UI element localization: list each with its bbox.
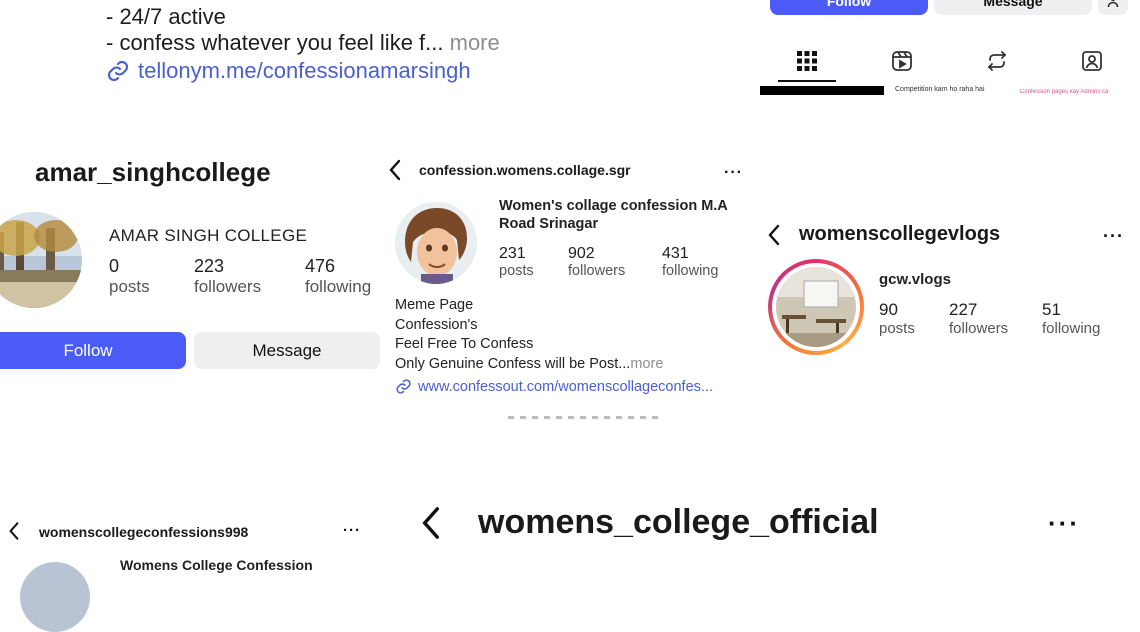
post-thumbnail-caption: Competition kam ho raha hai [895,86,985,93]
message-label: Message [252,340,322,360]
profile-username: amar_singhcollege [35,157,271,187]
story-ring[interactable] [768,259,864,355]
stat-posts[interactable]: 90 posts [879,300,915,337]
profile-bio: Meme Page Confession's Feel Free To Conf… [395,296,663,374]
message-button[interactable]: Message [934,0,1092,15]
bio-line: Feel Free To Confess [395,336,534,352]
back-arrow-icon [9,522,19,540]
bio-line: - confess whatever you feel like f... mo… [106,30,500,56]
stat-label: following [305,277,372,296]
ellipsis-icon: ··· [343,522,361,539]
add-person-icon [1107,0,1119,7]
ellipsis-icon: ··· [724,164,743,181]
bio-line: Confession's [395,316,478,333]
more-options-button[interactable]: ··· [1048,508,1080,539]
stat-label: followers [568,263,626,279]
stat-value: 231 [499,245,526,262]
grid-icon [797,51,817,71]
stat-label: posts [109,277,150,296]
stat-followers[interactable]: 902 followers [568,245,625,279]
profile-username: womens_college_official [478,503,879,541]
bio-text: - confess whatever you feel like f... [106,30,444,55]
follow-button[interactable]: Follow [770,0,928,15]
stat-value: 902 [568,245,595,262]
post-thumbnail[interactable] [760,86,884,95]
bio-link-text: tellonym.me/confessionamarsingh [138,58,471,83]
message-label: Message [983,0,1043,9]
stat-value: 431 [662,245,689,262]
avatar[interactable] [776,267,856,347]
more-options-button[interactable]: ··· [343,522,361,539]
stat-label: posts [879,320,915,337]
stat-followers[interactable]: 227 followers [949,300,1008,337]
stat-label: following [1042,320,1101,337]
avatar[interactable] [20,562,90,632]
stat-followers[interactable]: 223 followers [194,256,261,297]
message-button[interactable]: Message [194,332,380,369]
tab-grid[interactable] [790,46,824,76]
back-arrow-icon [768,224,780,246]
tab-indicator [778,80,836,82]
follow-label: Follow [63,340,113,360]
stat-label: followers [949,320,1009,337]
bio-link-text: www.confessout.com/womenscollageconfes..… [418,378,713,395]
stat-value: 0 [109,256,120,276]
avatar[interactable] [0,212,82,308]
stat-following[interactable]: 476 following [305,256,371,297]
follow-button[interactable]: Follow [0,332,186,369]
back-button[interactable] [6,520,22,542]
stat-value: 223 [194,256,225,276]
more-link[interactable]: more [630,356,663,372]
stat-label: followers [194,277,262,296]
bio-link[interactable]: www.confessout.com/womenscollageconfes..… [395,378,713,395]
reposts-icon [987,51,1007,71]
stat-value: 227 [949,300,978,319]
profile-full-name: Womens College Confession [120,557,313,573]
profile-full-name: AMAR SINGH COLLEGE [109,226,308,245]
ellipsis-icon: ··· [1103,226,1124,246]
suggest-button[interactable] [1098,0,1128,15]
back-button[interactable] [418,502,444,544]
bio-line: Meme Page [395,297,474,313]
more-link[interactable]: more [450,30,500,55]
stat-following[interactable]: 431 following [662,245,718,279]
bio-line: - 24/7 active [106,4,226,29]
profile-username: womenscollegevlogs [799,223,1001,245]
link-icon [396,379,411,394]
reels-icon [892,51,912,71]
post-thumbnail-caption: Confession pages kay Admins ca [1020,89,1109,95]
more-options-button[interactable]: ··· [1103,226,1124,247]
stat-label: following [662,263,719,279]
link-icon [107,60,129,82]
tagged-icon [1082,51,1102,71]
tab-reels[interactable] [885,46,919,76]
follow-label: Follow [826,0,872,9]
stat-following[interactable]: 51 following [1042,300,1100,337]
back-button[interactable] [386,158,404,182]
stat-posts[interactable]: 231 posts [499,245,534,279]
ellipsis-icon: ··· [1048,508,1080,538]
bio-line: Only Genuine Confess will be Post...more [395,355,663,375]
stat-posts[interactable]: 0 posts [109,256,150,297]
more-options-button[interactable]: ··· [724,164,743,182]
profile-username: confession.womens.collage.sgr [419,162,631,178]
tab-tagged[interactable] [1075,46,1109,76]
cut-off-text [508,416,658,419]
back-arrow-icon [422,507,440,539]
stat-value: 51 [1042,300,1061,319]
back-arrow-icon [389,159,401,181]
avatar[interactable] [395,202,477,284]
tab-reposts[interactable] [980,46,1014,76]
bio-text: Only Genuine Confess will be Post... [395,355,631,372]
stat-label: posts [499,263,534,279]
profile-username: womenscollegeconfessions998 [39,524,249,540]
bio-link[interactable]: tellonym.me/confessionamarsingh [106,58,471,84]
stat-value: 90 [879,300,898,319]
profile-full-name: gcw.vlogs [879,271,951,288]
back-button[interactable] [765,222,783,248]
profile-full-name: Women's collage confession M.A Road Srin… [499,198,728,232]
stat-value: 476 [305,256,336,276]
